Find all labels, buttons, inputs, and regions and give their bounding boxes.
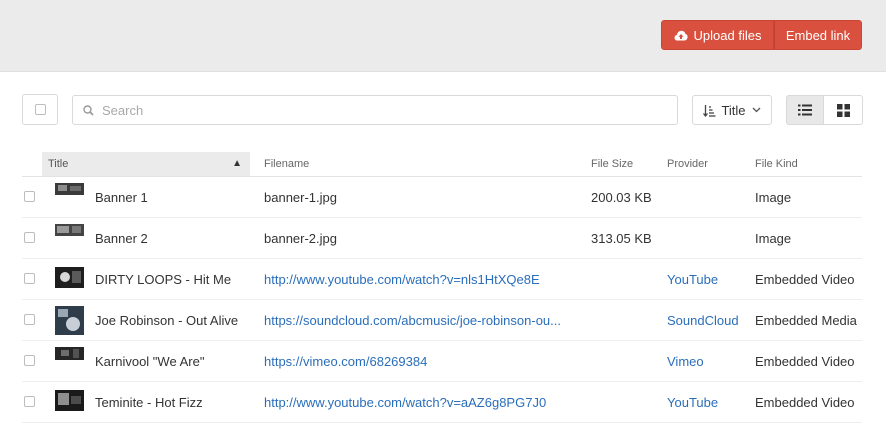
table-row[interactable]: Karnivool "We Are" https://vimeo.com/682… (22, 341, 862, 382)
row-title: Joe Robinson - Out Alive (95, 313, 239, 328)
cloud-upload-icon (674, 30, 688, 40)
search-input[interactable] (100, 101, 664, 119)
upload-button-group: Upload files Embed link (661, 20, 862, 50)
row-title: Teminite - Hot Fizz (95, 395, 203, 410)
grid-icon (836, 103, 850, 117)
sort-order-icon (703, 104, 716, 117)
embed-link-label: Embed link (785, 27, 851, 43)
row-title: Banner 2 (95, 231, 148, 246)
sort-ascending-icon: ▲ (232, 158, 242, 169)
row-size: 313.05 KB (591, 231, 652, 246)
table-row[interactable]: DIRTY LOOPS - Hit Me http://www.youtube.… (22, 259, 862, 300)
top-toolbar: Upload files Embed link (0, 0, 886, 72)
media-table: Title ▲ Filename File Size Provider File… (22, 152, 862, 423)
row-filename: banner-1.jpg (264, 190, 337, 205)
row-title: Karnivool "We Are" (95, 354, 205, 369)
column-header-title[interactable]: Title ▲ (42, 152, 250, 176)
row-title: DIRTY LOOPS - Hit Me (95, 272, 232, 287)
row-checkbox[interactable] (24, 273, 35, 284)
view-toggle (786, 95, 863, 125)
row-title: Banner 1 (95, 190, 148, 205)
checkbox-box (34, 104, 46, 115)
column-header-title-label: Title (48, 158, 69, 170)
row-filename-link[interactable]: https://vimeo.com/68269384 (264, 341, 427, 381)
table-row[interactable]: Joe Robinson - Out Alive https://soundcl… (22, 300, 862, 341)
thumbnail (55, 224, 84, 236)
search-field[interactable] (72, 95, 678, 125)
thumbnail (55, 183, 84, 195)
row-checkbox[interactable] (24, 314, 35, 325)
column-header-provider[interactable]: Provider (667, 152, 708, 176)
sort-label: Title (721, 102, 746, 118)
row-kind: Embedded Media (755, 313, 857, 328)
row-filename-link[interactable]: https://soundcloud.com/abcmusic/joe-robi… (264, 300, 561, 340)
table-row[interactable]: Banner 2 banner-2.jpg 313.05 KB Image (22, 218, 862, 259)
row-checkbox[interactable] (24, 396, 35, 407)
row-provider[interactable]: Vimeo (667, 341, 704, 381)
select-all-checkbox[interactable] (22, 94, 58, 125)
column-header-size[interactable]: File Size (591, 152, 633, 176)
grid-view-button[interactable] (824, 95, 863, 125)
row-provider[interactable]: YouTube (667, 382, 718, 422)
row-filename-link[interactable]: http://www.youtube.com/watch?v=nls1HtXQe… (264, 259, 540, 299)
row-provider[interactable]: YouTube (667, 259, 718, 299)
upload-files-label: Upload files (693, 27, 762, 43)
row-kind: Image (755, 231, 792, 246)
row-size: 200.03 KB (591, 190, 652, 205)
row-provider[interactable]: SoundCloud (667, 300, 739, 340)
list-icon (798, 104, 812, 116)
table-row[interactable]: Teminite - Hot Fizz http://www.youtube.c… (22, 382, 862, 423)
thumbnail (55, 267, 84, 288)
row-kind: Image (755, 190, 792, 205)
search-icon (83, 104, 94, 116)
column-header-kind[interactable]: File Kind (755, 152, 798, 176)
row-checkbox[interactable] (24, 355, 35, 366)
thumbnail (55, 306, 84, 335)
row-kind: Embedded Video (755, 354, 855, 369)
sort-dropdown[interactable]: Title (692, 95, 772, 125)
table-header: Title ▲ Filename File Size Provider File… (22, 152, 862, 177)
thumbnail (55, 347, 84, 360)
column-header-filename[interactable]: Filename (264, 152, 309, 176)
table-row[interactable]: Banner 1 banner-1.jpg 200.03 KB Image (22, 177, 862, 218)
row-kind: Embedded Video (755, 272, 855, 287)
row-checkbox[interactable] (24, 232, 35, 243)
row-filename: banner-2.jpg (264, 231, 337, 246)
row-checkbox[interactable] (24, 191, 35, 202)
upload-files-button[interactable]: Upload files (661, 20, 774, 50)
list-view-button[interactable] (786, 95, 824, 125)
row-kind: Embedded Video (755, 395, 855, 410)
chevron-down-icon (752, 107, 760, 113)
row-filename-link[interactable]: http://www.youtube.com/watch?v=aAZ6g8PG7… (264, 382, 546, 422)
thumbnail (55, 390, 84, 411)
embed-link-button[interactable]: Embed link (774, 20, 862, 50)
